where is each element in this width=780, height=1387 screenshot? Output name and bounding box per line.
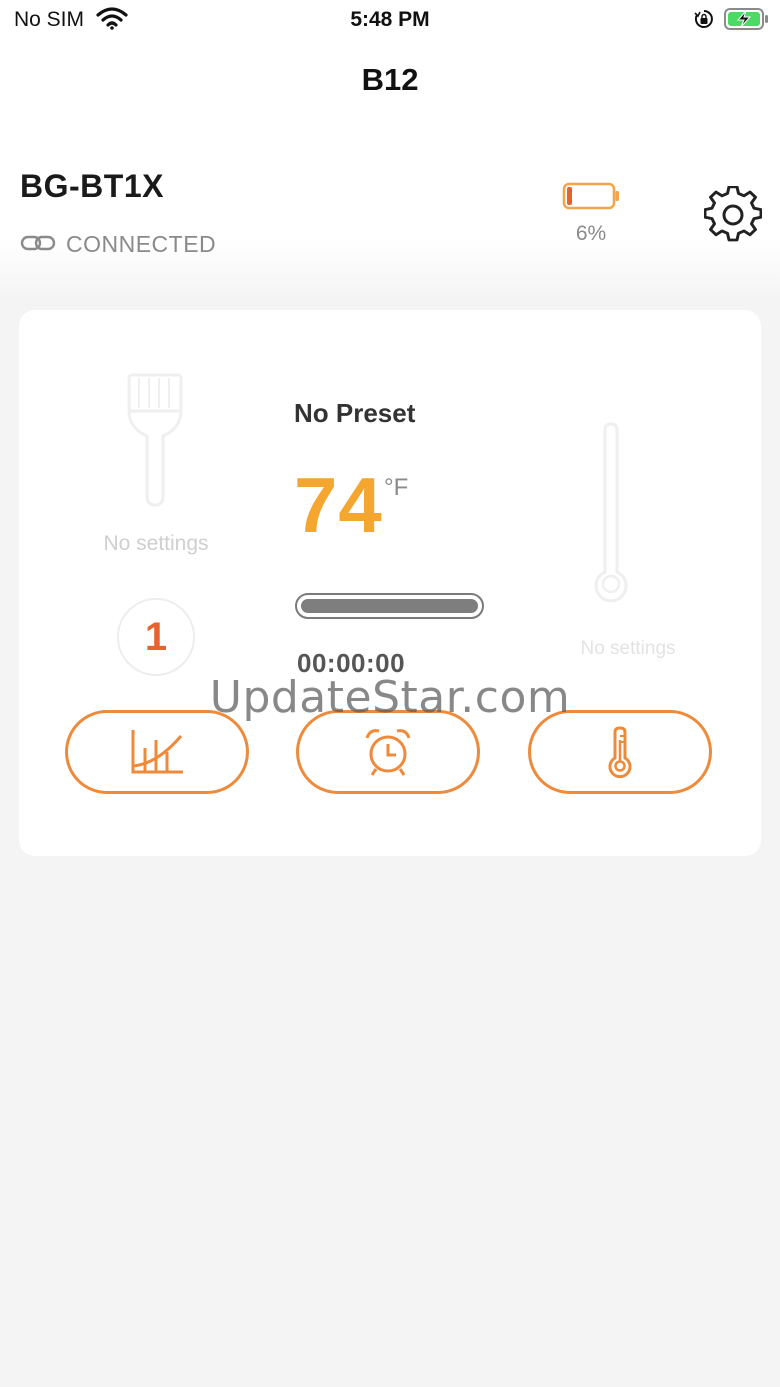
orientation-lock-icon: [694, 10, 713, 28]
temperature-unit: °F: [384, 474, 409, 501]
thermometer-icon: [608, 726, 632, 778]
battery-percent: 6%: [575, 222, 607, 245]
clock-time: 5:48 PM: [350, 8, 430, 31]
probe-card: No settings 1 No Preset 74 °F 00:00:00 N…: [19, 310, 761, 856]
device-name: BG-BT1X: [20, 168, 164, 204]
graph-chart-icon: [131, 730, 183, 774]
device-battery-icon: [562, 182, 619, 210]
temperature-value: 74: [294, 461, 383, 549]
thermometer-gauge-icon: [594, 422, 628, 603]
connection-status: CONNECTED: [66, 231, 217, 257]
preset-number: 1: [144, 614, 168, 659]
page-title: B12: [361, 62, 419, 97]
gear-icon[interactable]: [704, 186, 762, 244]
watermark: UpdateStar.com: [209, 672, 571, 723]
preset-number-badge[interactable]: 1: [117, 598, 195, 676]
link-icon: [20, 235, 56, 251]
probe-brush-icon: [127, 373, 183, 507]
left-probe-status: No settings: [103, 532, 209, 555]
right-probe-status: No settings: [580, 638, 676, 659]
alarm-clock-icon: [365, 729, 411, 776]
status-bar: No SIM 5:48 PM: [0, 0, 780, 40]
cook-progress-bar: [295, 593, 484, 619]
preset-name: No Preset: [294, 398, 416, 428]
cook-progress-fill: [301, 599, 478, 613]
battery-charging-icon: [724, 8, 768, 30]
